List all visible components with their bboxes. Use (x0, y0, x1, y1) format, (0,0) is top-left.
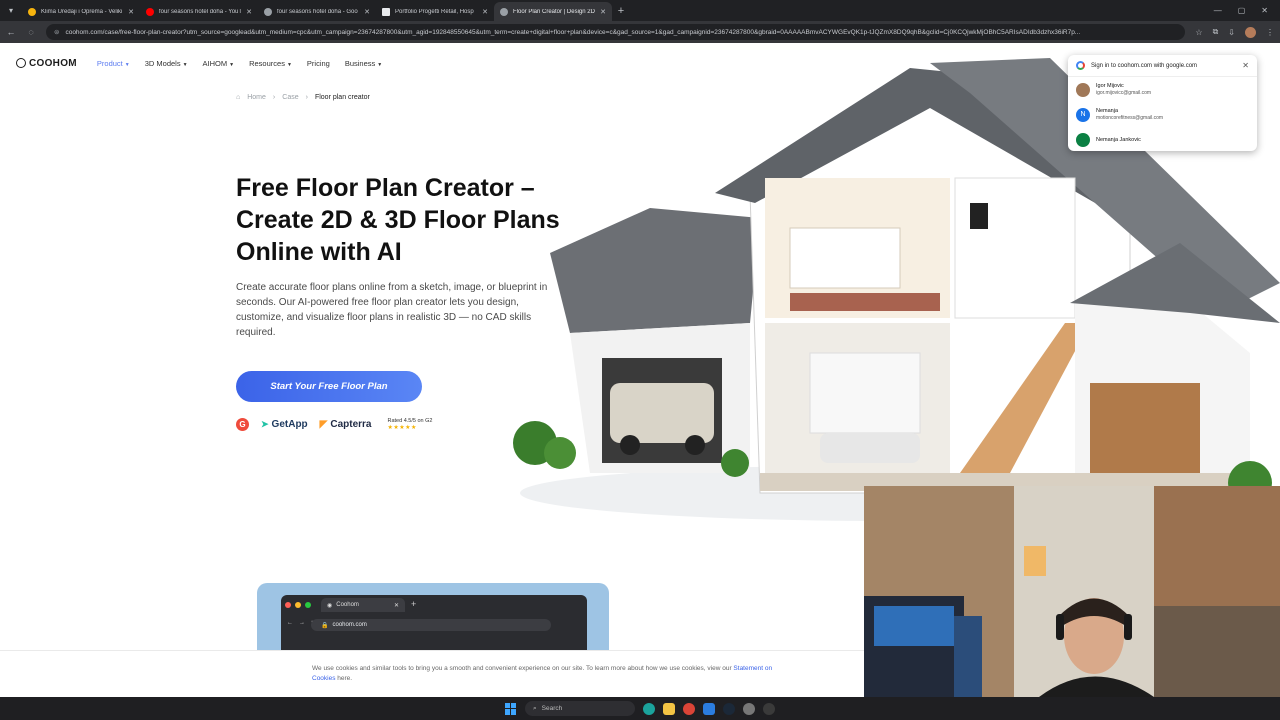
tab-favicon-icon: ◉ (327, 602, 333, 609)
chevron-down-icon: ▼ (182, 61, 188, 68)
chevron-down-icon: ▼ (124, 61, 130, 68)
breadcrumb: ⌂ Home › Case › Floor plan creator (236, 94, 370, 101)
breadcrumb-current: Floor plan creator (314, 94, 370, 101)
breadcrumb-separator-icon: › (305, 94, 308, 101)
close-icon[interactable]: ✕ (1242, 61, 1249, 70)
profile-avatar[interactable] (1245, 26, 1256, 38)
file-explorer-icon[interactable] (663, 702, 675, 715)
windows-start-icon[interactable] (505, 702, 517, 715)
site-info-icon[interactable]: ⊜ (54, 28, 59, 36)
edge-icon[interactable] (643, 702, 655, 715)
extensions-icon[interactable]: ⧉ (1213, 27, 1219, 37)
tab-close-icon[interactable]: ✕ (128, 8, 134, 16)
mail-icon[interactable] (703, 702, 715, 715)
google-account-item[interactable]: N Nemanja motioncorefitness@gmail.com (1068, 102, 1257, 127)
tab-favicon-icon (500, 7, 508, 16)
url-text: coohom.com/case/free-floor-plan-creator?… (65, 28, 1081, 36)
cookie-banner: We use cookies and similar tools to brin… (0, 650, 864, 697)
tab-close-icon[interactable]: ✕ (482, 8, 488, 16)
minimize-icon[interactable]: — (1214, 6, 1222, 15)
browser-tab[interactable]: Portfolio Progetti Retail, Hosp ✕ (376, 2, 494, 21)
rating-stars: ★★★★★ (387, 425, 417, 431)
google-account-item[interactable]: Igor Mijovic igor.mijovicc@gmail.com (1068, 77, 1257, 102)
browser-tab[interactable]: four seasons hotel doha - Goo ✕ (258, 2, 376, 21)
home-icon: ⌂ (236, 94, 241, 101)
bookmark-star-icon[interactable]: ☆ (1195, 28, 1202, 37)
browser-tab[interactable]: four seasons hotel doha - YouT ✕ (140, 2, 258, 21)
browser-tab-active[interactable]: Floor Plan Creator | Design 2D ✕ (494, 2, 612, 21)
nav-item-3d-models[interactable]: 3D Models ▼ (145, 59, 188, 68)
g2-rating: Rated 4.5/5 on G2 ★★★★★ (387, 418, 433, 431)
review-badges: G ➤ GetApp ◤ Capterra Rated 4.5/5 on G2 ★★… (236, 418, 432, 431)
tab-favicon-icon (146, 7, 154, 16)
breadcrumb-case[interactable]: Case (282, 94, 298, 101)
google-icon (1076, 61, 1085, 70)
logo-icon (16, 58, 26, 68)
tab-close-icon[interactable]: ✕ (246, 8, 252, 16)
g2-logo-icon: G (236, 418, 249, 431)
maximize-icon[interactable]: ▢ (1238, 6, 1246, 15)
coohom-logo[interactable]: COOHOM (16, 58, 77, 69)
google-account-item[interactable]: Nemanja Jankovic (1068, 127, 1257, 151)
nav-item-business[interactable]: Business ▼ (345, 59, 382, 68)
back-icon[interactable]: ← (6, 27, 16, 37)
nav-item-aihom[interactable]: AIHOM ▼ (203, 59, 235, 68)
obs-icon[interactable] (763, 702, 775, 715)
tab-close-icon[interactable]: ✕ (364, 8, 370, 16)
start-free-floor-plan-button[interactable]: Start Your Free Floor Plan (236, 371, 422, 402)
tab-favicon-icon (264, 7, 272, 16)
address-bar[interactable]: ⊜ coohom.com/case/free-floor-plan-creato… (46, 24, 1186, 40)
loading-icon[interactable]: ◌ (26, 27, 36, 37)
breadcrumb-separator-icon: › (272, 94, 276, 101)
menu-icon[interactable]: ⋮ (1266, 28, 1274, 37)
settings-icon[interactable] (743, 702, 755, 715)
getapp-logo: ➤ GetApp (261, 419, 308, 430)
steam-icon[interactable] (723, 702, 735, 715)
close-window-icon[interactable]: ✕ (1261, 6, 1268, 15)
taskbar-search[interactable]: ⌕ Search (525, 701, 635, 716)
nav-item-product[interactable]: Product ▼ (97, 59, 130, 68)
browser-tab[interactable]: Klima Uređaji i Oprema - Veliki ✕ (22, 2, 140, 21)
tab-favicon-icon (28, 7, 36, 16)
nav-item-resources[interactable]: Resources ▼ (249, 59, 292, 68)
browser-tabstrip: ▾ Klima Uređaji i Oprema - Veliki ✕ four… (0, 0, 1280, 21)
tab-close-icon[interactable]: ✕ (600, 8, 606, 16)
browser-toolbar: ← ◌ ⊜ coohom.com/case/free-floor-plan-cr… (0, 21, 1280, 43)
downloads-icon[interactable]: ⇩ (1228, 28, 1235, 37)
tab-search-icon[interactable]: ▾ (0, 0, 22, 21)
avatar (1076, 132, 1090, 147)
new-tab-button[interactable]: + (612, 2, 630, 21)
chevron-down-icon: ▼ (286, 61, 292, 68)
capterra-logo: ◤ Capterra (319, 419, 372, 430)
google-signin-popup: Sign in to coohom.com with google.com ✕ … (1068, 55, 1257, 151)
nav-item-pricing[interactable]: Pricing (307, 59, 330, 68)
avatar: N (1076, 107, 1090, 122)
chevron-down-icon: ▼ (229, 61, 235, 68)
avatar (1076, 82, 1090, 97)
web-page: COOHOM Product ▼ 3D Models ▼ AIHOM ▼ Resour… (0, 43, 1280, 697)
breadcrumb-home[interactable]: Home (247, 94, 266, 101)
tab-favicon-icon (382, 7, 390, 16)
chrome-icon[interactable] (683, 702, 695, 715)
capterra-icon: ◤ (319, 419, 328, 430)
chevron-down-icon: ▼ (377, 61, 383, 68)
search-icon: ⌕ (533, 704, 537, 712)
webcam-overlay (864, 486, 1280, 697)
lock-icon: 🔒 (321, 622, 329, 629)
getapp-icon: ➤ (261, 419, 269, 429)
os-taskbar: ⌕ Search (0, 697, 1280, 720)
